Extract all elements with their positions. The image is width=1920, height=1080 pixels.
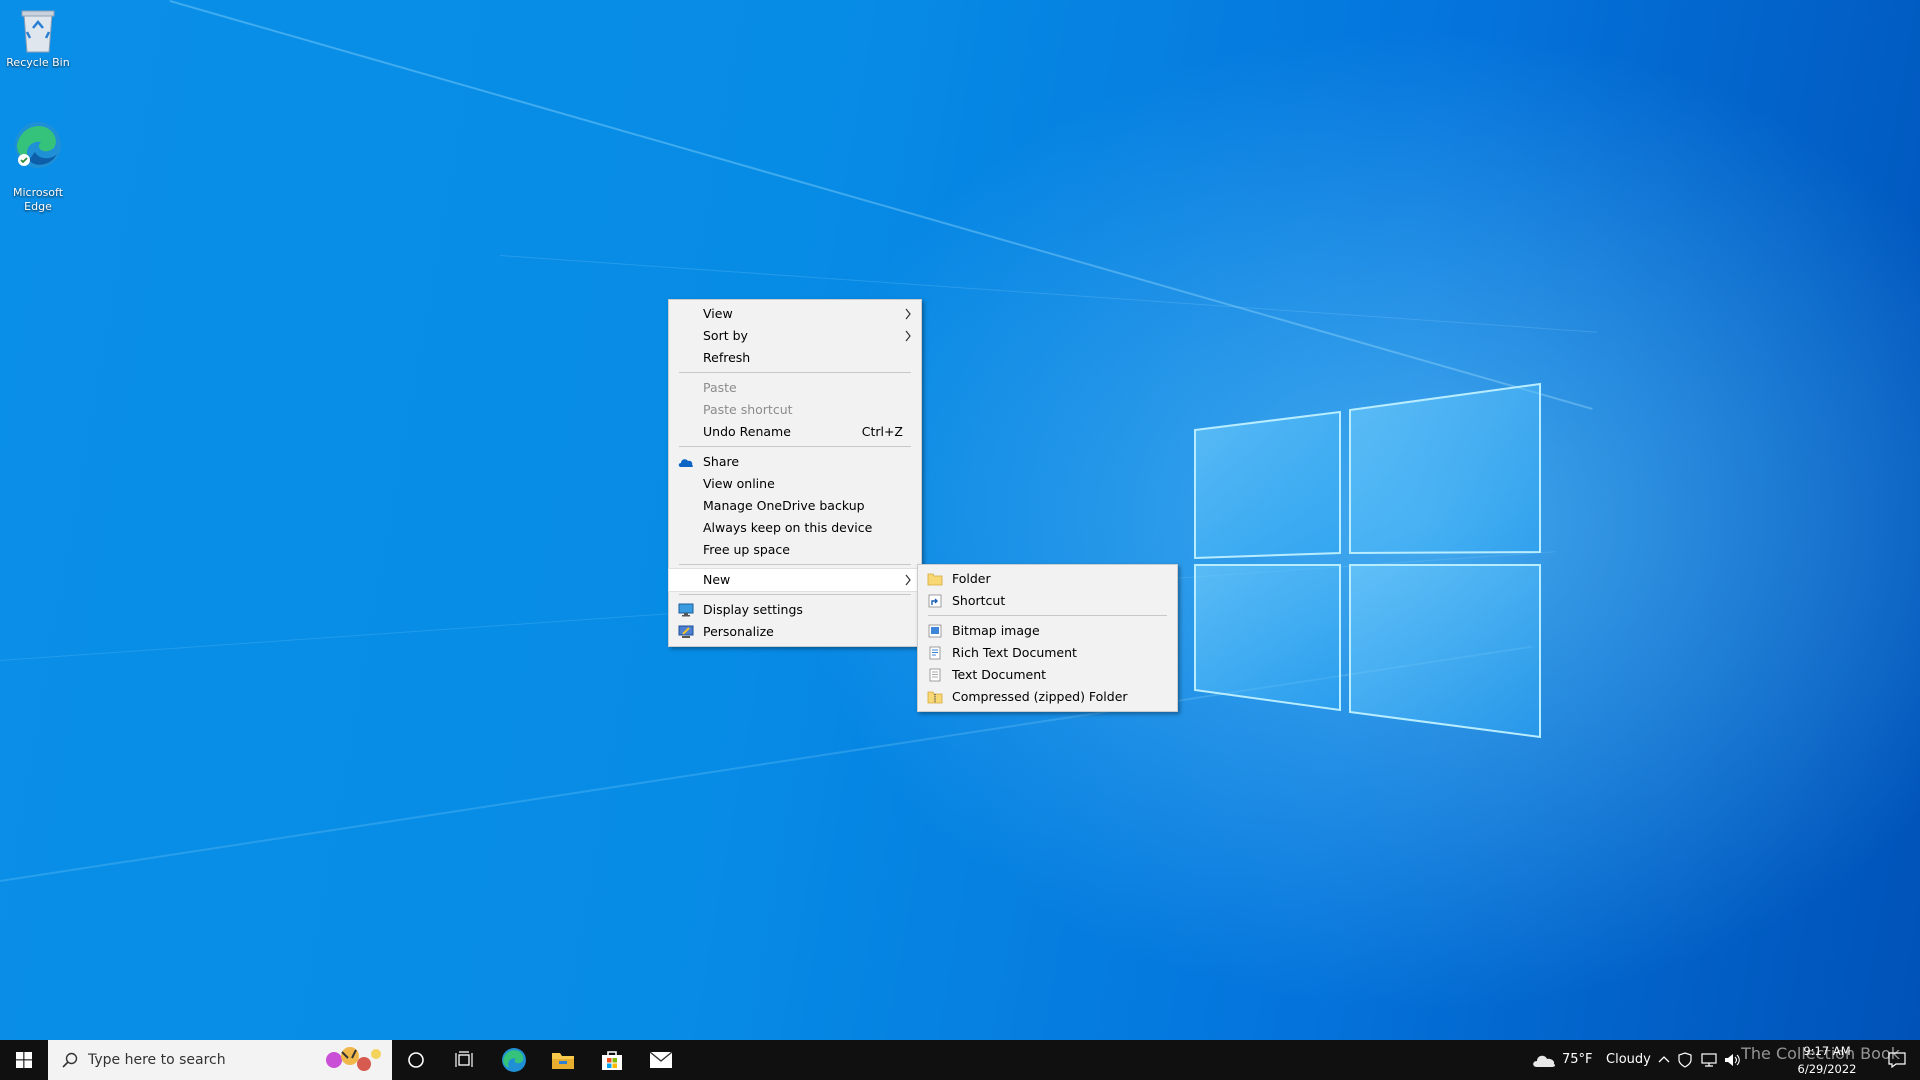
menu-item-label: Undo Rename	[703, 424, 791, 439]
menu-item-label: Free up space	[703, 542, 790, 557]
notification-center-icon[interactable]	[1888, 1052, 1906, 1068]
bitmap-icon	[928, 624, 942, 638]
personalize-icon	[678, 625, 694, 638]
menu-item-label: Personalize	[703, 624, 774, 639]
edge-icon	[15, 122, 61, 168]
taskbar-search-box[interactable]: Type here to search	[48, 1040, 392, 1080]
menu-item-label: View online	[703, 476, 775, 491]
keyboard-shortcut: Ctrl+Z	[861, 424, 903, 439]
file-explorer-icon	[552, 1053, 574, 1069]
cortana-button[interactable]	[392, 1040, 440, 1080]
menu-item-label: View	[703, 306, 733, 321]
menu-separator	[679, 446, 911, 447]
menu-item-paste[interactable]: Paste	[669, 377, 921, 399]
security-icon[interactable]	[1678, 1052, 1692, 1068]
search-icon	[62, 1052, 78, 1068]
chevron-up-icon[interactable]	[1658, 1054, 1670, 1064]
menu-item-label: Share	[703, 454, 740, 469]
menu-item-label: New	[703, 572, 731, 587]
onedrive-cloud-icon	[678, 459, 694, 467]
windows-logo-wallpaper	[1194, 382, 1541, 739]
menu-separator	[679, 564, 911, 565]
menu-item-refresh[interactable]: Refresh	[669, 347, 921, 369]
menu-item-label: Bitmap image	[952, 623, 1040, 638]
desktop[interactable]: Recycle Bin Microsoft Edge View Sort by …	[0, 0, 1920, 1040]
menu-item-manage-onedrive-backup[interactable]: Manage OneDrive backup	[669, 495, 921, 517]
menu-item-label: Refresh	[703, 350, 751, 365]
desktop-icon-recycle-bin[interactable]: Recycle Bin	[0, 6, 77, 70]
submenu-item-text-document[interactable]: Text Document	[918, 664, 1177, 686]
submenu-item-compressed-folder[interactable]: Compressed (zipped) Folder	[918, 686, 1177, 708]
system-tray: 75°F Cloudy 9:17 AM 6/29/2022 The Collec…	[1520, 1040, 1920, 1080]
menu-item-label: Shortcut	[952, 593, 1006, 608]
weather-temperature[interactable]: 75°F	[1562, 1040, 1593, 1080]
menu-item-sort-by[interactable]: Sort by	[669, 325, 921, 347]
menu-item-label: Compressed (zipped) Folder	[952, 689, 1128, 704]
menu-item-paste-shortcut[interactable]: Paste shortcut	[669, 399, 921, 421]
menu-separator	[679, 372, 911, 373]
chevron-right-icon	[905, 330, 911, 342]
desktop-icon-edge[interactable]: Microsoft Edge	[0, 106, 77, 214]
menu-separator	[679, 594, 911, 595]
taskbar-file-explorer-button[interactable]	[539, 1040, 587, 1080]
menu-item-display-settings[interactable]: Display settings	[669, 599, 921, 621]
chevron-right-icon	[905, 308, 911, 320]
submenu-item-bitmap-image[interactable]: Bitmap image	[918, 620, 1177, 642]
taskbar-mail-button[interactable]	[637, 1040, 685, 1080]
menu-item-label: Always keep on this device	[703, 520, 873, 535]
menu-item-label: Text Document	[952, 667, 1047, 682]
desktop-icon-label: Recycle Bin	[6, 56, 70, 69]
desktop-icon-label: Microsoft Edge	[12, 186, 64, 213]
desktop-context-menu: View Sort by Refresh Paste Paste shortcu…	[668, 299, 922, 647]
rich-text-document-icon	[929, 646, 941, 660]
taskbar-edge-button[interactable]	[490, 1040, 538, 1080]
menu-item-view[interactable]: View	[669, 303, 921, 325]
menu-item-view-online[interactable]: View online	[669, 473, 921, 495]
menu-item-label: Paste	[703, 380, 737, 395]
windows-start-icon	[16, 1052, 32, 1068]
submenu-item-folder[interactable]: Folder	[918, 568, 1177, 590]
shortcut-icon	[928, 594, 942, 608]
new-submenu: Folder Shortcut Bitmap image Rich Text D…	[917, 564, 1178, 712]
watermark-text: The Collection Book	[1741, 1044, 1900, 1063]
search-highlight-illustration	[326, 1047, 381, 1071]
menu-item-undo-rename[interactable]: Undo Rename Ctrl+Z	[669, 421, 921, 443]
submenu-item-shortcut[interactable]: Shortcut	[918, 590, 1177, 612]
microsoft-store-icon	[602, 1051, 622, 1070]
cloudy-weather-icon	[1533, 1055, 1556, 1067]
edge-icon	[502, 1048, 526, 1072]
volume-icon[interactable]	[1724, 1052, 1742, 1068]
menu-item-free-up-space[interactable]: Free up space	[669, 539, 921, 561]
menu-item-label: Manage OneDrive backup	[703, 498, 865, 513]
search-placeholder: Type here to search	[88, 1052, 226, 1068]
submenu-item-rich-text-document[interactable]: Rich Text Document	[918, 642, 1177, 664]
menu-separator	[928, 615, 1167, 616]
weather-description[interactable]: Cloudy	[1606, 1040, 1651, 1080]
task-view-button[interactable]	[440, 1040, 488, 1080]
menu-item-personalize[interactable]: Personalize	[669, 621, 921, 643]
menu-item-label: Display settings	[703, 602, 803, 617]
task-view-icon	[455, 1051, 473, 1067]
folder-icon	[927, 573, 943, 586]
mail-icon	[649, 1051, 673, 1068]
taskbar-store-button[interactable]	[588, 1040, 636, 1080]
wallpaper-light-beam	[499, 255, 1598, 333]
cortana-icon	[408, 1052, 424, 1068]
taskbar: Type here to search 75°F Cloudy 9:17 AM …	[0, 1040, 1920, 1080]
zip-folder-icon	[927, 691, 943, 704]
menu-item-label: Rich Text Document	[952, 645, 1077, 660]
menu-item-share[interactable]: Share	[669, 451, 921, 473]
chevron-right-icon	[905, 574, 911, 586]
text-document-icon	[929, 668, 941, 682]
menu-item-always-keep[interactable]: Always keep on this device	[669, 517, 921, 539]
menu-item-label: Sort by	[703, 328, 748, 343]
display-icon	[678, 603, 694, 617]
menu-item-label: Folder	[952, 571, 991, 586]
recycle-bin-icon	[21, 10, 55, 53]
network-icon[interactable]	[1700, 1052, 1718, 1068]
start-button[interactable]	[0, 1040, 48, 1080]
menu-item-new[interactable]: New	[668, 568, 922, 592]
menu-item-label: Paste shortcut	[703, 402, 793, 417]
